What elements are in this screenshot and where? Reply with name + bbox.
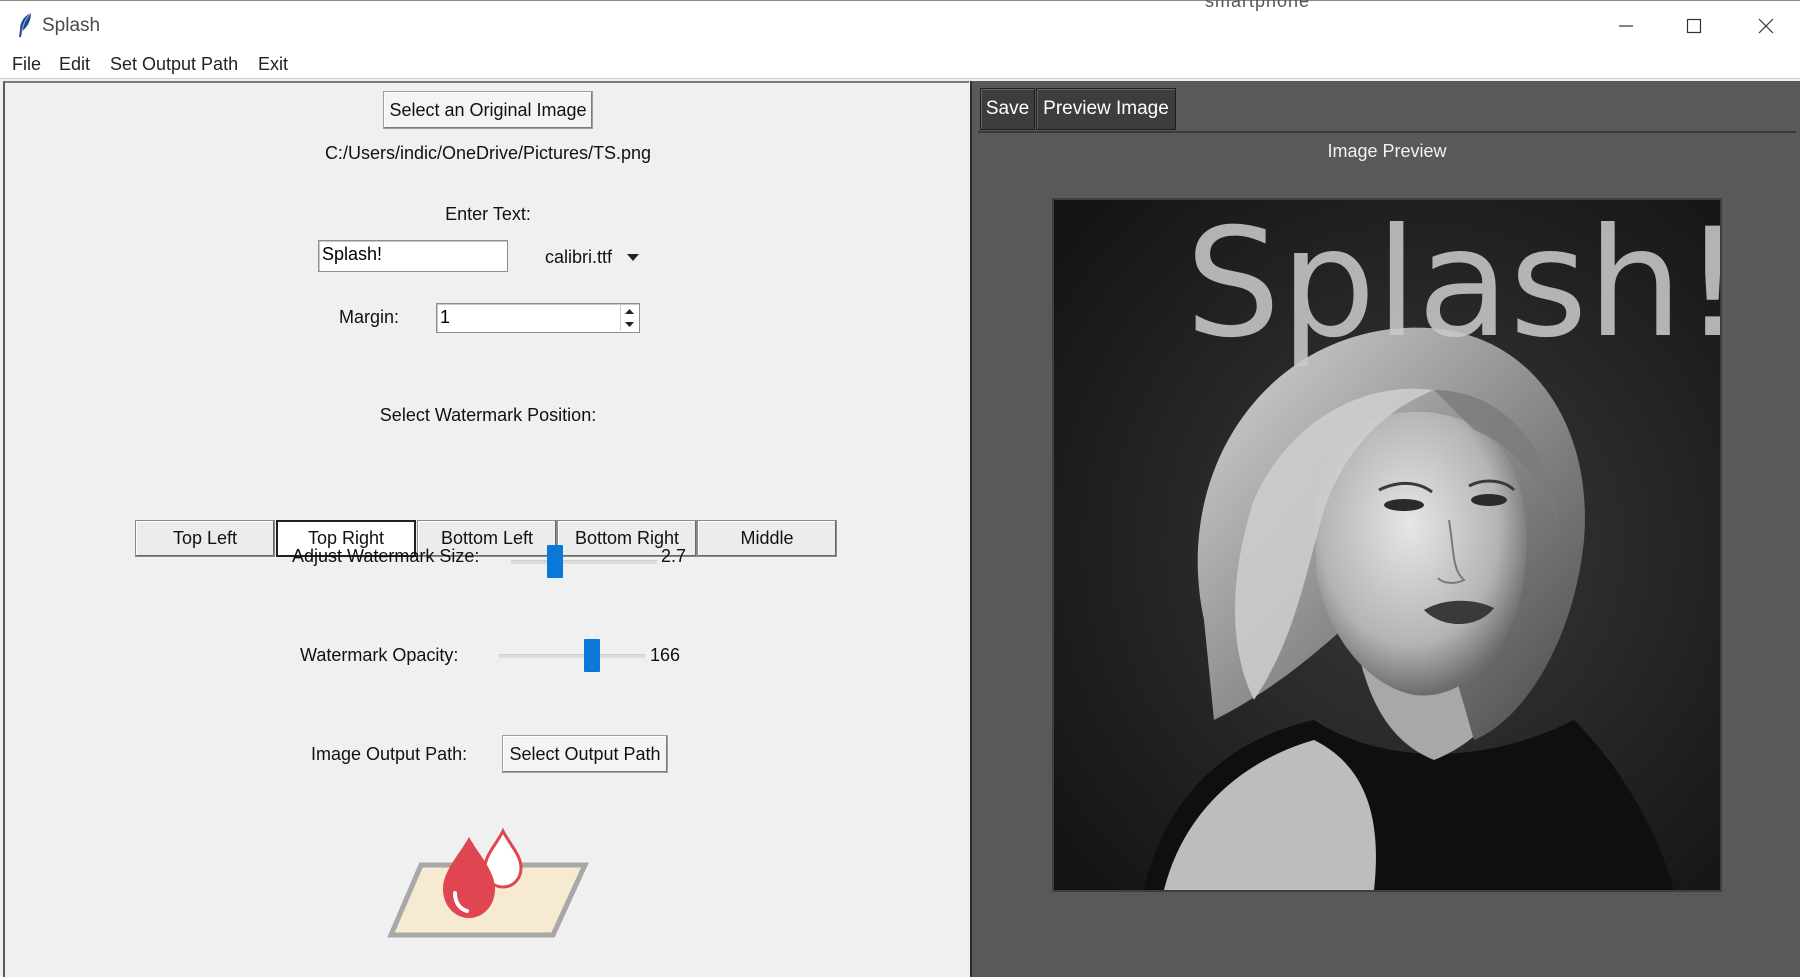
- preview-panel: Save Preview Image Image Preview Splash!: [970, 81, 1800, 977]
- size-slider-track: [511, 560, 657, 564]
- watermark-size-label: Adjust Watermark Size:: [292, 546, 480, 566]
- menu-exit[interactable]: Exit: [256, 52, 290, 76]
- size-slider-thumb[interactable]: [547, 545, 563, 578]
- position-top-left-button[interactable]: Top Left: [135, 520, 275, 557]
- margin-label: Margin:: [339, 307, 400, 327]
- app-window: Splash smartphone File Edit Set Output P…: [0, 0, 1800, 977]
- watermark-opacity-label: Watermark Opacity:: [300, 645, 459, 665]
- watermark-text: Splash!: [1185, 200, 1720, 371]
- window-title: Splash: [42, 15, 101, 36]
- maximize-icon: [1686, 18, 1702, 33]
- save-button[interactable]: Save: [980, 88, 1035, 130]
- splash-logo: [387, 827, 589, 938]
- stepper-down-icon[interactable]: [621, 318, 638, 331]
- background-window-text: smartphone: [1205, 0, 1311, 11]
- menu-bar: File Edit Set Output Path Exit: [0, 50, 1800, 79]
- minimize-button[interactable]: [1592, 1, 1660, 50]
- feather-icon: [19, 12, 32, 37]
- margin-stepper[interactable]: [620, 305, 638, 331]
- enter-text-label: Enter Text:: [445, 204, 531, 224]
- margin-spinbox[interactable]: 1: [436, 303, 640, 333]
- image-preview-label: Image Preview: [1327, 141, 1447, 161]
- stepper-up-icon[interactable]: [621, 305, 638, 318]
- menu-set-output-path[interactable]: Set Output Path: [108, 52, 240, 76]
- title-bar: Splash smartphone: [0, 0, 1800, 50]
- watermark-size-slider[interactable]: [509, 544, 659, 580]
- font-dropdown[interactable]: calibri.ttf: [545, 243, 640, 271]
- menu-file[interactable]: File: [10, 52, 43, 76]
- position-label: Select Watermark Position:: [379, 405, 597, 425]
- watermark-size-value: 2.7: [661, 546, 687, 566]
- preview-toolbar: Save Preview Image: [978, 83, 1796, 133]
- controls-panel: Select an Original Image C:/Users/indic/…: [3, 81, 969, 977]
- image-preview: Splash!: [1052, 198, 1722, 892]
- preview-image-button[interactable]: Preview Image: [1036, 88, 1176, 130]
- maximize-button[interactable]: [1660, 1, 1728, 50]
- preview-photo: Splash!: [1054, 200, 1720, 890]
- watermark-text-input[interactable]: Splash!: [318, 240, 508, 272]
- margin-value: 1: [440, 307, 451, 327]
- minimize-icon: [1619, 24, 1633, 27]
- menu-edit[interactable]: Edit: [57, 52, 92, 76]
- select-original-image-button[interactable]: Select an Original Image: [383, 91, 593, 129]
- opacity-slider-track: [499, 654, 645, 658]
- output-path-label: Image Output Path:: [311, 744, 468, 764]
- font-dropdown-value: calibri.ttf: [545, 246, 613, 267]
- close-icon: [1758, 18, 1774, 33]
- chevron-down-icon: [627, 254, 640, 261]
- select-output-path-button[interactable]: Select Output Path: [502, 735, 668, 773]
- watermark-opacity-value: 166: [650, 645, 681, 665]
- opacity-slider-thumb[interactable]: [584, 639, 600, 672]
- watermark-opacity-slider[interactable]: [497, 637, 647, 675]
- close-button[interactable]: [1732, 1, 1800, 50]
- file-path-text: C:/Users/indic/OneDrive/Pictures/TS.png: [324, 143, 652, 163]
- position-middle-button[interactable]: Middle: [697, 520, 837, 557]
